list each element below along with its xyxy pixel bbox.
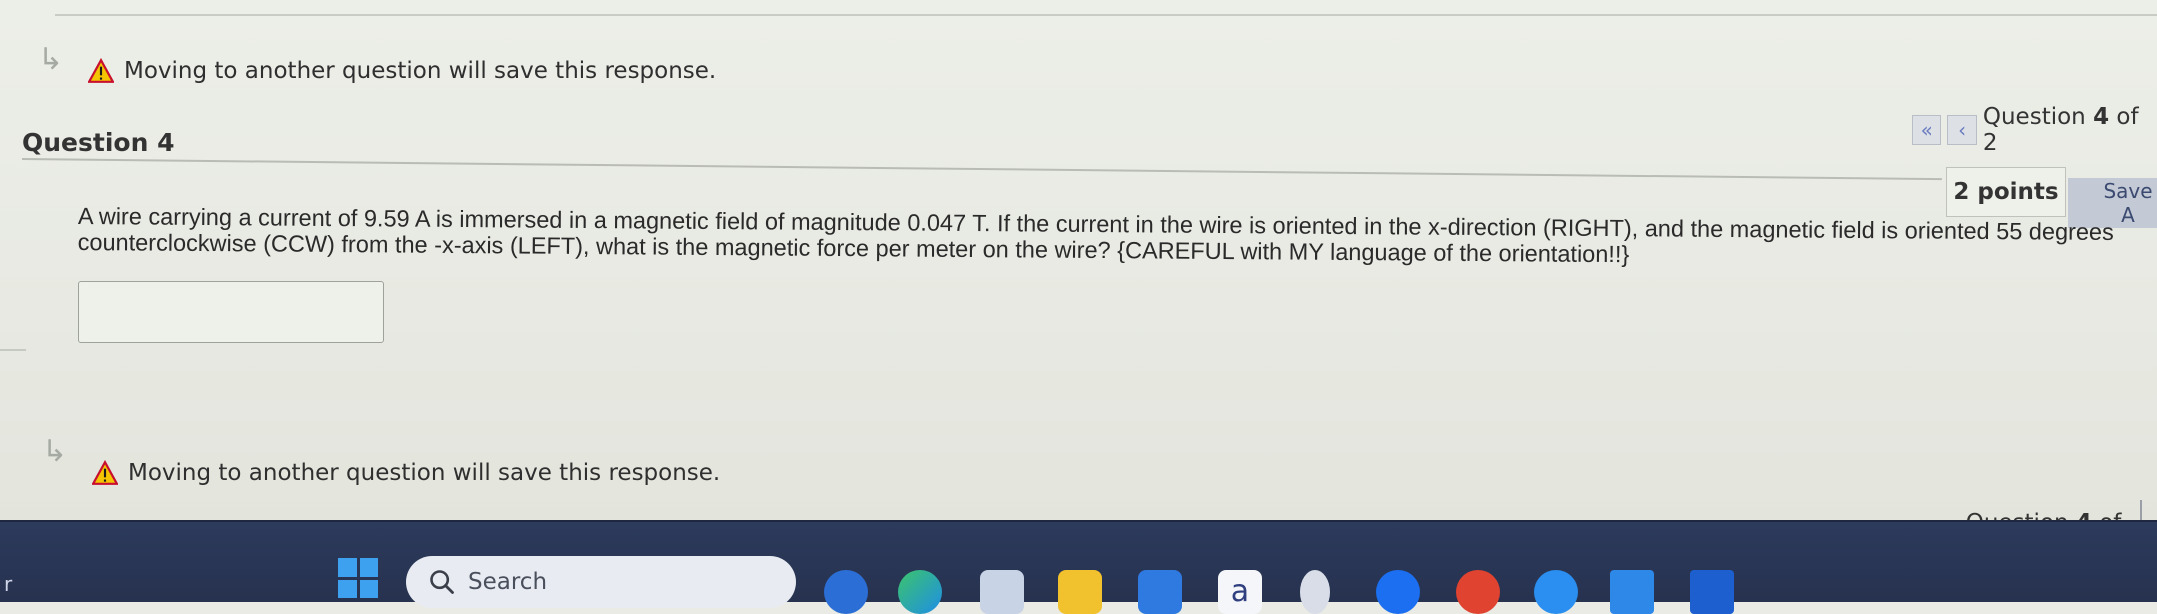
- question-counter-prefix: Question: [1982, 104, 2086, 130]
- start-button[interactable]: [338, 558, 378, 598]
- taskbar-app-icon[interactable]: [1534, 570, 1578, 614]
- amazon-app-icon[interactable]: a: [1218, 570, 1262, 614]
- warning-triangle-icon: [92, 460, 118, 485]
- taskbar-app-icon[interactable]: [1610, 570, 1654, 614]
- return-arrow-icon: ↳: [42, 434, 68, 469]
- edge-browser-icon[interactable]: [898, 570, 942, 614]
- question-counter: Question 4 of 2: [1983, 104, 2157, 156]
- browser-content: ↳ Moving to another question will save t…: [0, 0, 2157, 562]
- search-placeholder: Search: [468, 569, 548, 595]
- warning-triangle-icon: [88, 58, 114, 83]
- taskbar-app-icon[interactable]: [824, 570, 868, 614]
- left-edge-divider: [0, 349, 26, 351]
- return-arrow-icon: ↳: [38, 42, 64, 77]
- points-badge: 2 points: [1946, 167, 2066, 217]
- warning-top: Moving to another question will save thi…: [88, 58, 716, 84]
- question-title: Question 4: [22, 128, 175, 157]
- file-explorer-icon[interactable]: [1058, 570, 1102, 614]
- taskbar-app-icon[interactable]: [1300, 570, 1330, 614]
- chrome-app-icon[interactable]: [1456, 570, 1500, 614]
- chevron-left-icon: ‹: [1958, 118, 1967, 142]
- taskbar-corner-glyph: r: [4, 572, 13, 596]
- calendar-app-icon[interactable]: [980, 570, 1024, 614]
- question-text: A wire carrying a current of 9.59 A is i…: [77, 203, 2114, 268]
- double-chevron-left-icon: «: [1920, 118, 1933, 142]
- first-question-button[interactable]: «: [1912, 115, 1942, 145]
- windows-logo-tile: [338, 579, 357, 598]
- windows-logo-tile: [338, 558, 357, 577]
- previous-question-button[interactable]: ‹: [1947, 115, 1977, 145]
- question-nav-top: « ‹ Question 4 of 2: [1912, 104, 2157, 156]
- windows-logo-tile: [359, 558, 378, 577]
- taskbar-app-icon[interactable]: [1376, 570, 1420, 614]
- question-title-divider: [21, 158, 1942, 181]
- top-divider: [55, 0, 2157, 16]
- warning-text: Moving to another question will save thi…: [128, 460, 721, 486]
- answer-input[interactable]: [78, 281, 384, 343]
- warning-bottom: Moving to another question will save thi…: [92, 460, 720, 486]
- taskbar-app-icon[interactable]: [1690, 570, 1734, 614]
- mail-app-icon[interactable]: [1138, 570, 1182, 614]
- search-icon: [430, 570, 454, 594]
- windows-logo-tile: [359, 579, 378, 598]
- taskbar-search[interactable]: Search: [406, 556, 796, 608]
- warning-text: Moving to another question will save thi…: [124, 58, 717, 84]
- question-counter-current: 4: [2093, 104, 2110, 130]
